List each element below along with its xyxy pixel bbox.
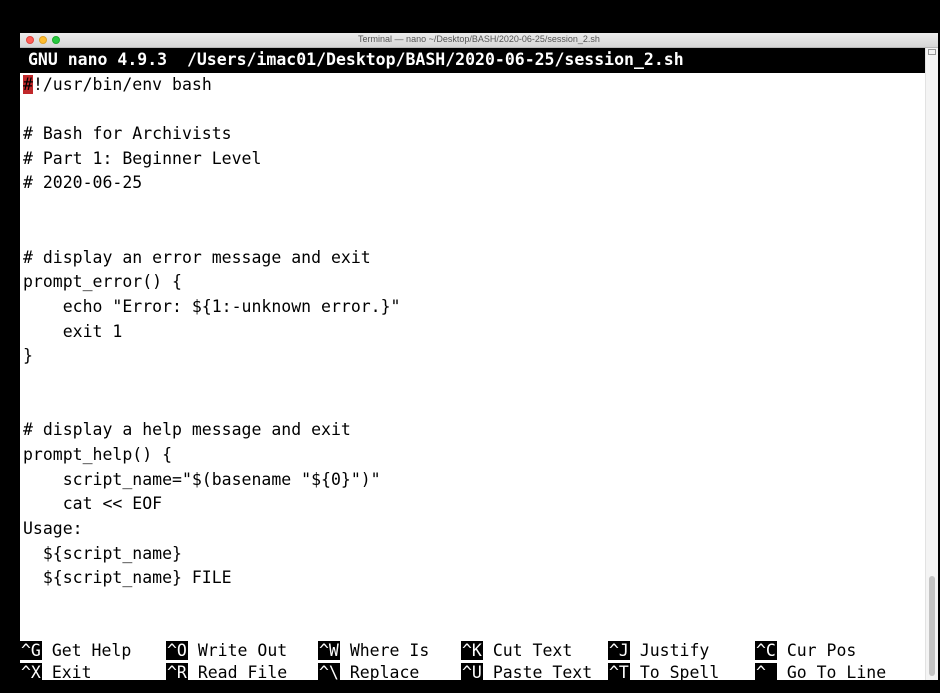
shortcut-bar: ^G Get Help ^O Write Out ^W Where Is ^K Cut… bbox=[20, 639, 926, 680]
shortcut-item[interactable]: ^O Write Out bbox=[166, 639, 287, 664]
editor-line[interactable]: prompt_help() { bbox=[20, 443, 926, 468]
shortcut-item[interactable]: ^T To Spell bbox=[608, 661, 719, 680]
shortcut-label: Where Is bbox=[349, 641, 430, 660]
shortcut-key: ^K bbox=[461, 641, 483, 660]
shortcut-item[interactable]: ^R Read File bbox=[166, 661, 287, 680]
editor-line[interactable]: ${script_name} FILE bbox=[20, 566, 926, 591]
shortcut-label: Paste Text bbox=[492, 663, 593, 680]
shortcut-label: To Spell bbox=[639, 663, 720, 680]
editor-line[interactable]: script_name="$(basename "${0}")" bbox=[20, 468, 926, 493]
shortcut-label: Cur Pos bbox=[786, 641, 857, 660]
shortcut-label: Read File bbox=[197, 663, 288, 680]
editor-line[interactable]: } bbox=[20, 344, 926, 369]
editor-line[interactable] bbox=[20, 196, 926, 221]
shortcut-key: ^G bbox=[20, 641, 42, 660]
shortcut-key: ^\ bbox=[318, 663, 340, 680]
shortcut-row-1: ^G Get Help ^O Write Out ^W Where Is ^K Cut… bbox=[20, 639, 926, 661]
shortcut-item[interactable]: ^X Exit bbox=[20, 661, 92, 680]
terminal-window: Terminal — nano ~/Desktop/BASH/2020-06-2… bbox=[20, 33, 938, 680]
editor-line[interactable]: cat << EOF bbox=[20, 492, 926, 517]
editor-line-1-text: !/usr/bin/env bash bbox=[32, 74, 212, 94]
shortcut-key: ^O bbox=[166, 641, 188, 660]
shortcut-item[interactable]: ^K Cut Text bbox=[461, 639, 572, 664]
shortcut-item[interactable]: ^J Justify bbox=[608, 639, 709, 664]
editor-line[interactable] bbox=[20, 97, 926, 122]
shortcut-key: ^_ bbox=[755, 663, 777, 680]
shortcut-label: Exit bbox=[51, 663, 92, 680]
shortcut-item[interactable]: ^C Cur Pos bbox=[755, 639, 856, 664]
window-title: Terminal — nano ~/Desktop/BASH/2020-06-2… bbox=[358, 34, 600, 44]
editor-line[interactable]: Usage: bbox=[20, 517, 926, 542]
shortcut-row-2: ^X Exit ^R Read File ^\ Replace ^U Paste Te… bbox=[20, 661, 926, 680]
shortcut-key: ^J bbox=[608, 641, 630, 660]
shortcut-item[interactable]: ^_ Go To Line bbox=[755, 661, 886, 680]
editor-line[interactable] bbox=[20, 369, 926, 394]
desktop-top-band bbox=[0, 0, 940, 33]
scrollbar-top-marker bbox=[928, 49, 936, 55]
editor-line[interactable]: # Part 1: Beginner Level bbox=[20, 147, 926, 172]
editor-line[interactable] bbox=[20, 394, 926, 419]
editor-line[interactable]: # Bash for Archivists bbox=[20, 122, 926, 147]
terminal-content[interactable]: GNU nano 4.9.3 /Users/imac01/Desktop/BAS… bbox=[20, 48, 926, 680]
nano-status-bar: GNU nano 4.9.3 /Users/imac01/Desktop/BAS… bbox=[20, 48, 926, 73]
shortcut-item[interactable]: ^G Get Help bbox=[20, 639, 131, 664]
shortcut-item[interactable]: ^U Paste Text bbox=[461, 661, 592, 680]
shortcut-key: ^T bbox=[608, 663, 630, 680]
editor-text-area[interactable]: # Bash for Archivists # Part 1: Beginner … bbox=[20, 97, 926, 591]
shortcut-label: Cut Text bbox=[492, 641, 573, 660]
shortcut-key: ^X bbox=[20, 663, 42, 680]
editor-line[interactable]: # display an error message and exit bbox=[20, 246, 926, 271]
editor-line[interactable]: # 2020-06-25 bbox=[20, 171, 926, 196]
editor-line[interactable] bbox=[20, 221, 926, 246]
text-cursor: # bbox=[23, 74, 33, 94]
editor-line-1[interactable]: #!/usr/bin/env bash bbox=[20, 73, 926, 98]
shortcut-label: Get Help bbox=[51, 641, 132, 660]
shortcut-key: ^R bbox=[166, 663, 188, 680]
shortcut-label: Replace bbox=[349, 663, 420, 680]
shortcut-label: Write Out bbox=[197, 641, 288, 660]
scrollbar-thumb[interactable] bbox=[929, 576, 935, 676]
shortcut-key: ^C bbox=[755, 641, 777, 660]
vertical-scrollbar[interactable] bbox=[925, 48, 938, 680]
editor-line[interactable]: echo "Error: ${1:-unknown error.}" bbox=[20, 295, 926, 320]
shortcut-key: ^U bbox=[461, 663, 483, 680]
window-titlebar[interactable]: Terminal — nano ~/Desktop/BASH/2020-06-2… bbox=[20, 33, 938, 48]
editor-line[interactable]: prompt_error() { bbox=[20, 270, 926, 295]
editor-line[interactable]: ${script_name} bbox=[20, 542, 926, 567]
shortcut-item[interactable]: ^W Where Is bbox=[318, 639, 429, 664]
editor-line[interactable]: exit 1 bbox=[20, 320, 926, 345]
shortcut-label: Justify bbox=[639, 641, 710, 660]
shortcut-label: Go To Line bbox=[786, 663, 887, 680]
shortcut-key: ^W bbox=[318, 641, 340, 660]
shortcut-item[interactable]: ^\ Replace bbox=[318, 661, 419, 680]
editor-line[interactable]: # display a help message and exit bbox=[20, 418, 926, 443]
